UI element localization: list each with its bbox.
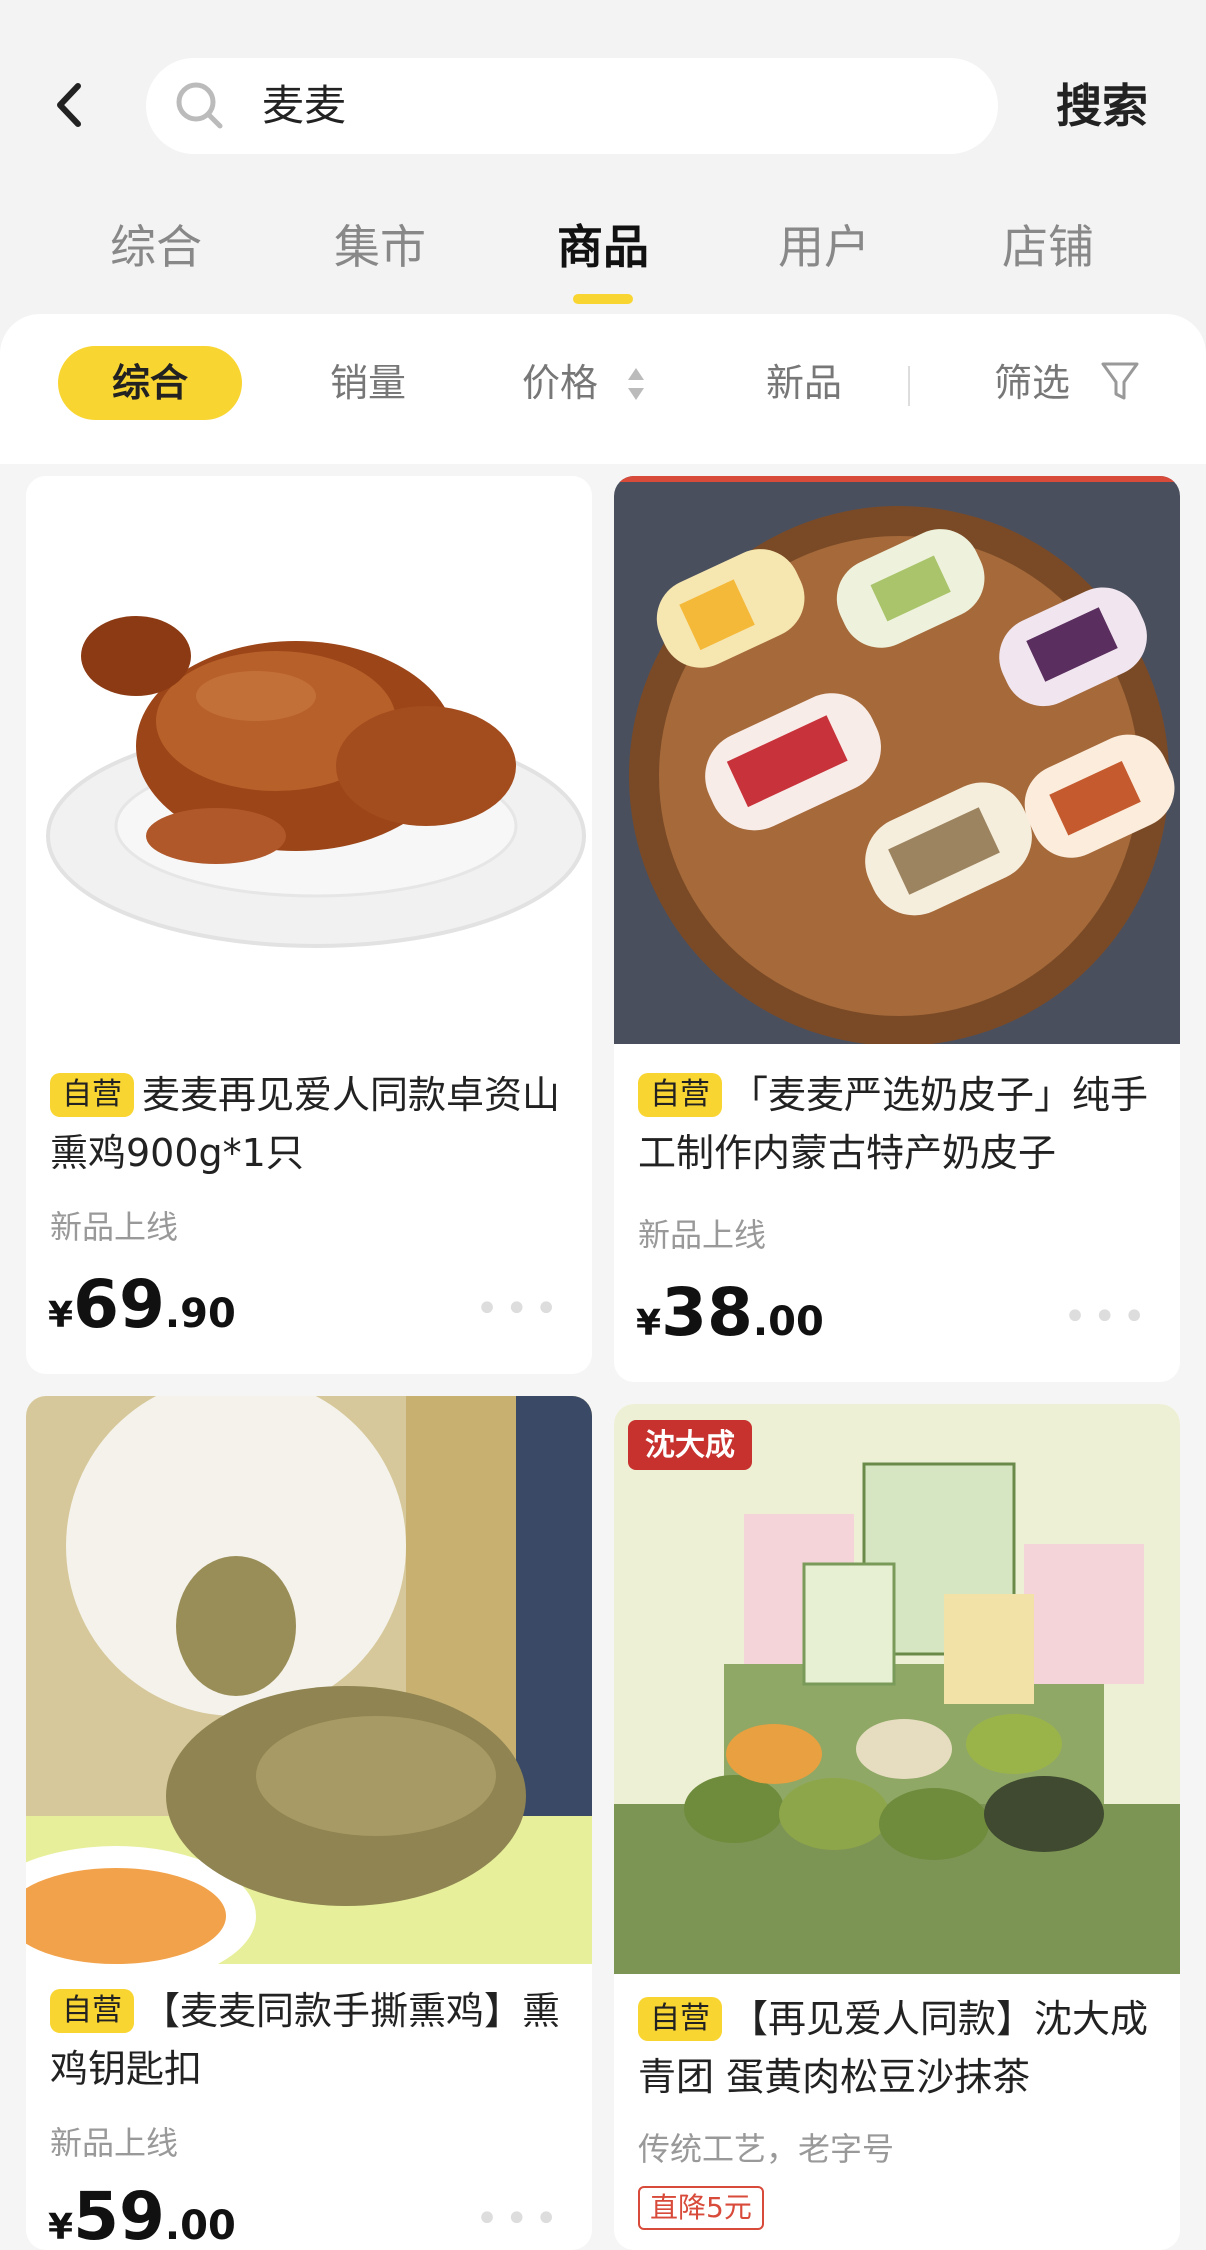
svg-text:沈大成: 沈大成 <box>645 1428 735 1463</box>
product-image-milk-skin-rolls <box>614 476 1180 1044</box>
sort-new-button[interactable]: 新品 <box>766 346 842 420</box>
header: 麦麦 搜索 <box>0 0 1206 190</box>
product-image-chicken-keychain <box>26 1396 592 1964</box>
product-subtitle: 新品上线 <box>50 2124 179 2162</box>
product-price: ¥69.90 <box>48 1266 236 1343</box>
back-button[interactable] <box>48 70 98 140</box>
product-price: ¥59.00 <box>48 2178 236 2250</box>
self-operated-badge: 自营 <box>638 1073 722 1117</box>
more-options-icon[interactable]: ••• <box>1063 1294 1152 1340</box>
search-input[interactable]: 麦麦 <box>146 58 998 154</box>
active-tab-indicator <box>573 294 633 304</box>
tab-market[interactable]: 集市 <box>280 210 480 284</box>
product-card[interactable]: 自营 【麦麦同款手撕熏鸡】熏鸡钥匙扣 新品上线 ¥59.00 ••• <box>26 1396 592 2250</box>
search-button[interactable]: 搜索 <box>1056 58 1148 154</box>
self-operated-badge: 自营 <box>638 1997 722 2041</box>
product-subtitle: 新品上线 <box>638 1216 767 1254</box>
sort-price-button[interactable]: 价格 <box>522 346 598 420</box>
product-subtitle: 传统工艺，老字号 <box>638 2130 895 2168</box>
product-title: 自营 【再见爱人同款】沈大成青团 蛋黄肉松豆沙抹茶 <box>638 1997 1149 2099</box>
product-image-smoked-chicken <box>26 476 592 1046</box>
more-options-icon[interactable]: ••• <box>475 1286 564 1332</box>
sort-bar: 综合 销量 价格 新品 筛选 <box>0 314 1206 464</box>
more-options-icon[interactable]: ••• <box>475 2196 564 2242</box>
sort-divider <box>908 366 910 406</box>
tab-comprehensive[interactable]: 综合 <box>56 210 256 284</box>
product-title: 自营 【麦麦同款手撕熏鸡】熏鸡钥匙扣 <box>50 1989 561 2091</box>
product-image-qingtuan-gift-box: 沈大成 <box>614 1404 1180 1974</box>
product-price: ¥38.00 <box>636 1274 824 1351</box>
self-operated-badge: 自营 <box>50 1989 134 2033</box>
product-subtitle: 新品上线 <box>50 1208 179 1246</box>
sort-sales-button[interactable]: 销量 <box>330 346 406 420</box>
product-title: 自营 麦麦再见爱人同款卓资山熏鸡900g*1只 <box>50 1073 561 1175</box>
filter-button[interactable]: 筛选 <box>994 346 1070 420</box>
chevron-left-icon <box>57 83 81 127</box>
product-card[interactable]: 自营 麦麦再见爱人同款卓资山熏鸡900g*1只 新品上线 ¥69.90 ••• <box>26 476 592 1374</box>
filter-icon <box>1101 362 1139 400</box>
self-operated-badge: 自营 <box>50 1073 134 1117</box>
discount-tag: 直降5元 <box>638 2186 764 2230</box>
sort-comprehensive-button[interactable]: 综合 <box>58 346 242 420</box>
product-card[interactable]: 自营 「麦麦严选奶皮子」纯手工制作内蒙古特产奶皮子 新品上线 ¥38.00 ••• <box>614 476 1180 1382</box>
tab-users[interactable]: 用户 <box>724 210 924 284</box>
product-title: 自营 「麦麦严选奶皮子」纯手工制作内蒙古特产奶皮子 <box>638 1073 1149 1175</box>
sort-arrows-icon <box>628 368 644 400</box>
search-icon <box>176 82 223 129</box>
tab-shops[interactable]: 店铺 <box>948 210 1148 284</box>
search-query-text: 麦麦 <box>262 81 347 130</box>
category-tabs: 综合 集市 商品 用户 店铺 <box>0 210 1206 310</box>
tab-products[interactable]: 商品 <box>503 210 703 284</box>
product-card[interactable]: 沈大成 自营 【再见爱人同款】沈大成青团 蛋黄肉松豆沙抹茶 传统工艺，老字号 直降… <box>614 1404 1180 2250</box>
